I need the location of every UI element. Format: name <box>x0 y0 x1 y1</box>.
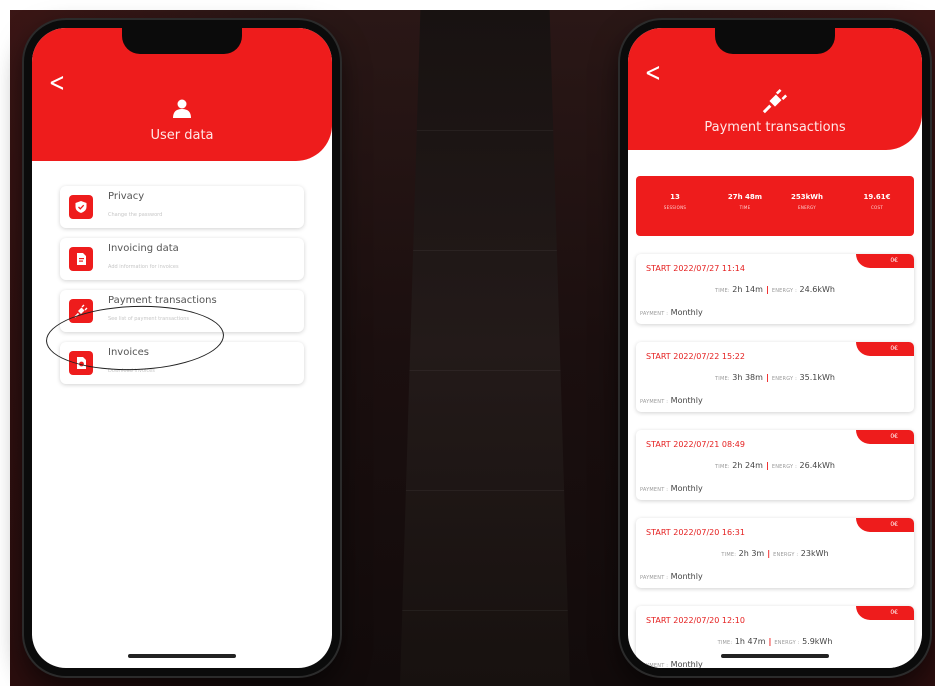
plug-icon <box>762 88 788 114</box>
left-screen: < User data Privacy Change the password … <box>32 28 332 668</box>
stats-summary: 13 SESSIONS 27h 48m TIME 253kWh ENERGY 1… <box>636 176 914 236</box>
menu-item-payment-transactions[interactable]: Payment transactions See list of payment… <box>60 290 304 332</box>
left-phone: < User data Privacy Change the password … <box>24 20 340 676</box>
transaction-details: TIME: 3h 38m | ENERGY : 35.1kWh <box>715 373 835 382</box>
back-button[interactable]: < <box>645 60 661 86</box>
transaction-card[interactable]: START 2022/07/20 12:10 0€ TIME: 1h 47m | E… <box>636 606 914 668</box>
cost-badge: 0€ <box>856 606 914 620</box>
menu-item-subtitle: Change the password <box>108 212 163 218</box>
menu-item-title: Privacy <box>108 191 145 202</box>
transaction-start: START 2022/07/21 08:49 <box>646 440 745 449</box>
cost-badge: 0€ <box>856 430 914 444</box>
transaction-card[interactable]: START 2022/07/27 11:14 0€ TIME: 2h 14m | E… <box>636 254 914 324</box>
menu-item-title: Payment transactions <box>108 295 217 306</box>
transaction-card[interactable]: START 2022/07/21 08:49 0€ TIME: 2h 24m | E… <box>636 430 914 500</box>
transaction-start: START 2022/07/20 16:31 <box>646 528 745 537</box>
transaction-details: TIME: 1h 47m | ENERGY : 5.9kWh <box>717 637 833 646</box>
transaction-details: TIME: 2h 3m | ENERGY : 23kWh <box>721 549 829 558</box>
transaction-details: TIME: 2h 14m | ENERGY : 24.6kWh <box>715 285 835 294</box>
cost-badge: 0€ <box>856 254 914 268</box>
plug-icon <box>69 299 93 323</box>
transaction-payment: PAYMENT : Monthly <box>640 396 703 405</box>
cost-badge: 0€ <box>856 342 914 356</box>
transaction-start: START 2022/07/22 15:22 <box>646 352 745 361</box>
transaction-payment: PAYMENT : Monthly <box>640 572 703 581</box>
transaction-payment: PAYMENT : Monthly <box>640 484 703 493</box>
user-icon <box>173 99 191 118</box>
road-background <box>400 10 570 686</box>
back-button[interactable]: < <box>49 70 65 96</box>
shield-icon <box>69 195 93 219</box>
stat-time: 27h 48m TIME <box>727 193 763 210</box>
transaction-payment: PAYMENT : Monthly <box>640 660 703 668</box>
right-screen: < Payment transactions 13 SESSIONS 27h 4… <box>628 28 922 668</box>
cost-badge: 0€ <box>856 518 914 532</box>
stat-cost: 19.61€ COST <box>863 193 891 210</box>
transaction-payment: PAYMENT : Monthly <box>640 308 703 317</box>
transaction-start: START 2022/07/27 11:14 <box>646 264 745 273</box>
menu-item-title: Invoicing data <box>108 243 179 254</box>
home-indicator <box>128 654 236 658</box>
menu-item-subtitle: Download invoices <box>108 368 155 374</box>
transaction-card[interactable]: START 2022/07/22 15:22 0€ TIME: 3h 38m | E… <box>636 342 914 412</box>
phone-notch <box>122 28 242 54</box>
home-indicator <box>721 654 829 658</box>
transaction-card[interactable]: START 2022/07/20 16:31 0€ TIME: 2h 3m | EN… <box>636 518 914 588</box>
invoice-icon <box>69 351 93 375</box>
menu-item-subtitle: Add information for invoices <box>108 264 179 270</box>
transaction-details: TIME: 2h 24m | ENERGY : 26.4kWh <box>715 461 835 470</box>
transaction-start: START 2022/07/20 12:10 <box>646 616 745 625</box>
page-title: Payment transactions <box>704 120 846 135</box>
menu-item-invoicing-data[interactable]: Invoicing data Add information for invoi… <box>60 238 304 280</box>
menu-item-subtitle: See list of payment transactions <box>108 316 189 322</box>
phone-notch <box>715 28 835 54</box>
document-edit-icon <box>69 247 93 271</box>
menu-item-invoices[interactable]: Invoices Download invoices <box>60 342 304 384</box>
right-phone: < Payment transactions 13 SESSIONS 27h 4… <box>620 20 930 676</box>
menu-item-title: Invoices <box>108 347 149 358</box>
page-title: User data <box>150 128 214 143</box>
stat-sessions: 13 SESSIONS <box>663 193 687 210</box>
menu-item-privacy[interactable]: Privacy Change the password <box>60 186 304 228</box>
stat-energy: 253kWh ENERGY <box>791 193 823 210</box>
